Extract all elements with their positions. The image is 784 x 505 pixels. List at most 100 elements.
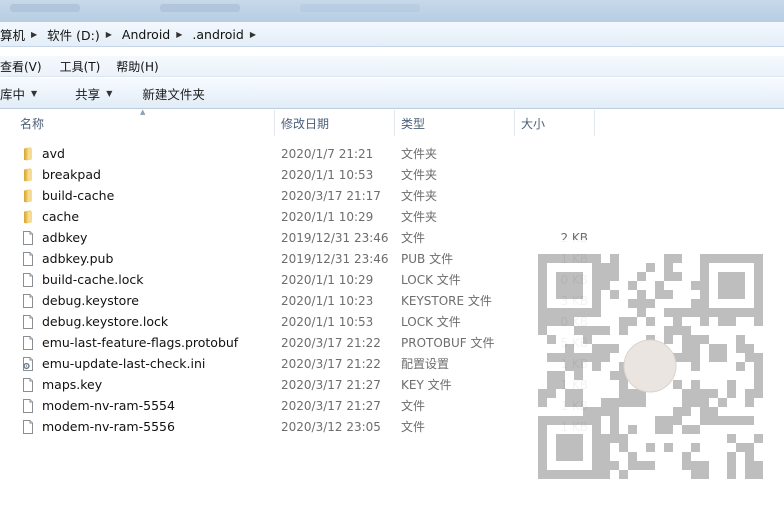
qr-module [556,272,583,299]
file-row[interactable]: avd 2020/1/7 21:21 文件夹 [0,143,784,164]
qr-module [718,416,727,425]
breadcrumb-computer[interactable]: 算机 [0,24,29,44]
menu-tools[interactable]: 工具(T) [50,58,109,75]
qr-module [754,470,763,479]
qr-module [628,425,637,434]
qr-module [673,407,682,416]
share-button[interactable]: 共享 ▼ [65,81,122,105]
file-type: KEYSTORE 文件 [401,294,492,308]
column-type[interactable]: 类型 [395,110,513,136]
file-row[interactable]: breakpad 2020/1/1 10:53 文件夹 [0,164,784,185]
address-bar[interactable]: 算机 ▶ 软件 (D:) ▶ Android ▶ .android ▶ [0,22,784,47]
qr-module [664,308,673,317]
qr-module [700,398,709,407]
breadcrumb-arrow-icon[interactable]: ▶ [174,30,188,39]
qr-module [646,263,655,272]
menu-help[interactable]: 帮助(H) [108,58,166,75]
qr-module [592,353,601,362]
qr-module [610,398,619,407]
file-name: modem-nv-ram-5554 [42,398,175,413]
qr-module [664,425,673,434]
qr-module [700,389,709,398]
qr-module [610,407,619,416]
file-date-modified: 2020/1/1 10:23 [281,293,374,308]
menu-view[interactable]: 查看(V) [0,58,50,75]
qr-module [565,362,574,371]
qr-module [745,416,754,425]
qr-module [592,326,601,335]
qr-module [610,461,619,470]
file-name: emu-update-last-check.ini [42,356,206,371]
qr-module [664,416,673,425]
qr-module [646,461,655,470]
file-date-modified: 2020/1/1 10:53 [281,167,374,182]
qr-module [565,398,574,407]
qr-module [547,371,556,380]
file-name-cell: maps.key [20,374,102,395]
qr-module [601,470,610,479]
qr-module [691,425,700,434]
qr-module [601,407,610,416]
qr-module [646,299,655,308]
file-icon [20,293,36,309]
breadcrumb-label: .android [192,26,244,42]
file-type: 文件 [401,231,426,245]
qr-module [601,272,610,281]
qr-module [718,272,745,299]
qr-code-watermark [520,240,784,480]
qr-module [655,290,664,299]
qr-module [673,380,682,389]
qr-module [601,461,610,470]
column-name[interactable]: 名称 [14,110,274,136]
include-in-library-button[interactable]: 库中 ▼ [0,81,47,105]
qr-module [700,470,709,479]
qr-module [547,389,556,398]
blurred-tab [160,4,240,12]
qr-module [745,452,754,461]
file-row[interactable]: build-cache 2020/3/17 21:17 文件夹 [0,185,784,206]
breadcrumb-dot-android[interactable]: .android [188,24,247,44]
new-folder-button[interactable]: 新建文件夹 [132,81,215,105]
qr-module [619,389,628,398]
column-divider[interactable] [594,110,595,136]
qr-module [628,389,637,398]
file-type: 文件夹 [401,189,438,203]
breadcrumb-arrow-icon[interactable]: ▶ [29,30,43,39]
file-name-cell: modem-nv-ram-5556 [20,416,175,437]
qr-module [574,353,583,362]
file-type: 文件夹 [401,147,438,161]
breadcrumb-drive[interactable]: 软件 (D:) [43,24,104,44]
file-name: adbkey.pub [42,251,114,266]
file-icon [20,230,36,246]
blurred-title [10,4,80,12]
column-date-modified[interactable]: 修改日期 [275,110,393,136]
file-date-modified: 2020/1/1 10:29 [281,272,374,287]
window-title-bar [0,0,784,22]
qr-module [601,353,610,362]
file-type: 文件夹 [401,210,438,224]
file-name: maps.key [42,377,103,392]
qr-module [754,353,763,362]
qr-module [619,398,628,407]
qr-module [727,416,736,425]
qr-module [727,317,736,326]
file-icon [20,398,36,414]
qr-module [655,416,664,425]
breadcrumb-android[interactable]: Android [118,24,174,44]
qr-module [565,344,574,353]
file-type: LOCK 文件 [401,273,461,287]
qr-module [619,326,628,335]
qr-module [745,461,754,470]
file-name: build-cache [42,188,115,203]
qr-module [736,335,745,344]
file-row[interactable]: cache 2020/1/1 10:29 文件夹 [0,206,784,227]
qr-module [682,407,691,416]
column-size[interactable]: 大小 [515,110,593,136]
include-in-library-label: 库中 [0,86,26,102]
qr-module [736,344,745,353]
qr-module [655,281,664,290]
file-type: 文件夹 [401,168,438,182]
breadcrumb-arrow-icon[interactable]: ▶ [248,30,262,39]
file-date-modified: 2020/3/17 21:27 [281,398,381,413]
breadcrumb-arrow-icon[interactable]: ▶ [104,30,118,39]
